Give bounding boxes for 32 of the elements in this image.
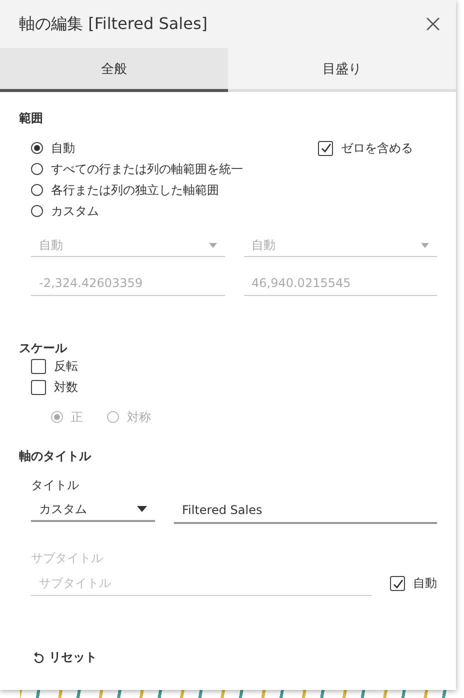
radio-label: 正 xyxy=(71,408,83,426)
radio-label: カスタム xyxy=(51,202,99,220)
dropdown[interactable]: カスタム xyxy=(31,498,155,522)
checkbox-label: 自動 xyxy=(413,575,437,592)
checkbox-label: ゼロを含める xyxy=(341,140,413,156)
checkbox-label: 対数 xyxy=(54,378,78,396)
checkbox[interactable] xyxy=(318,140,333,156)
tab[interactable]: 全般 xyxy=(0,48,228,92)
window-title: 軸の編集 [Filtered Sales] xyxy=(19,14,208,34)
field-label: タイトル xyxy=(31,477,80,494)
caret-icon xyxy=(421,242,429,248)
reset-button[interactable]: リセット xyxy=(31,647,99,668)
radio-label: すべての行または列の軸範囲を統一 xyxy=(51,160,243,178)
section-heading: 軸のタイトル xyxy=(19,448,92,465)
field-label: サブタイトル xyxy=(31,550,104,567)
caret-icon xyxy=(137,506,147,512)
close-icon[interactable] xyxy=(424,15,442,33)
checkbox[interactable] xyxy=(390,576,405,591)
caret-icon xyxy=(208,242,216,248)
radio-label: 対称 xyxy=(127,408,151,426)
radio-button[interactable] xyxy=(31,205,43,217)
checkbox[interactable] xyxy=(31,380,46,394)
reset-icon xyxy=(33,652,44,664)
radio-button[interactable] xyxy=(31,163,43,175)
radio-label: 自動 xyxy=(51,140,75,156)
radio-label: 各行または列の独立した軸範囲 xyxy=(51,182,219,198)
radio-button[interactable] xyxy=(31,142,43,154)
checkbox-label: 反転 xyxy=(54,358,78,374)
radio-button[interactable] xyxy=(31,184,43,196)
checkbox[interactable] xyxy=(31,358,46,374)
section-heading: 範囲 xyxy=(19,110,44,127)
section-heading: スケール xyxy=(19,340,68,357)
